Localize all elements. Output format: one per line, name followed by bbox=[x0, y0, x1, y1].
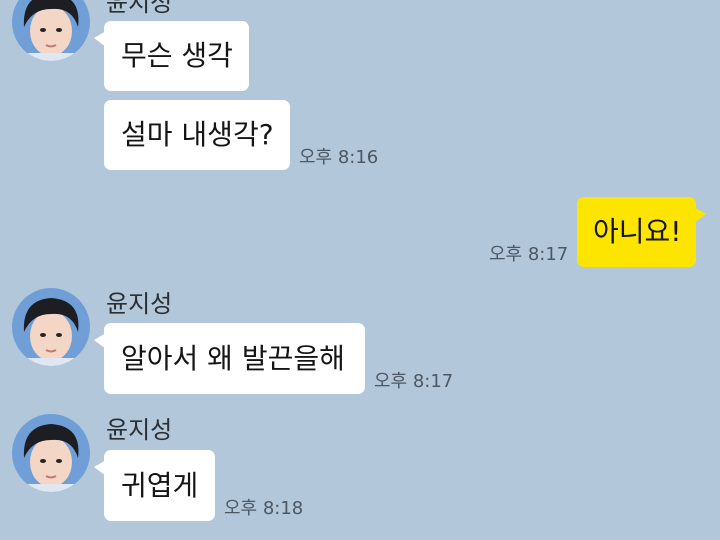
message-time: 오후 8:18 bbox=[224, 498, 304, 519]
bubble-tail bbox=[94, 333, 106, 349]
bubble-tail bbox=[694, 207, 706, 223]
sender-avatar[interactable] bbox=[12, 0, 90, 61]
sender-avatar[interactable] bbox=[12, 414, 90, 492]
sender-name: 윤지성 bbox=[106, 416, 173, 444]
profile-photo-icon bbox=[12, 414, 90, 492]
bubble-tail bbox=[94, 31, 106, 47]
sender-avatar[interactable] bbox=[12, 288, 90, 366]
message-time: 오후 8:17 bbox=[489, 244, 569, 265]
message-bubble[interactable]: 무슨 생각 bbox=[94, 21, 249, 91]
bubble-tail bbox=[94, 460, 106, 476]
profile-photo-icon bbox=[12, 288, 90, 366]
message-text: 설마 내생각? bbox=[121, 118, 274, 151]
message-time: 오후 8:17 bbox=[374, 371, 454, 392]
chat-room: 윤지성 무슨 생각 설마 내생각? 오후 8:16 오후 8:17 아니요! 윤… bbox=[0, 0, 720, 540]
message-bubble[interactable]: 알아서 왜 발끈을해 bbox=[94, 323, 365, 394]
my-message-bubble[interactable]: 아니요! bbox=[577, 197, 706, 267]
sender-name: 윤지성 bbox=[106, 290, 173, 318]
profile-photo-icon bbox=[12, 0, 90, 61]
message-text: 귀엽게 bbox=[121, 468, 199, 502]
message-text: 무슨 생각 bbox=[121, 39, 233, 72]
message-bubble[interactable]: 귀엽게 bbox=[94, 450, 215, 521]
sender-name: 윤지성 bbox=[106, 0, 173, 17]
message-time: 오후 8:16 bbox=[299, 147, 379, 168]
message-text: 알아서 왜 발끈을해 bbox=[121, 341, 345, 375]
message-text: 아니요! bbox=[593, 215, 682, 248]
message-bubble[interactable]: 설마 내생각? bbox=[104, 100, 290, 170]
